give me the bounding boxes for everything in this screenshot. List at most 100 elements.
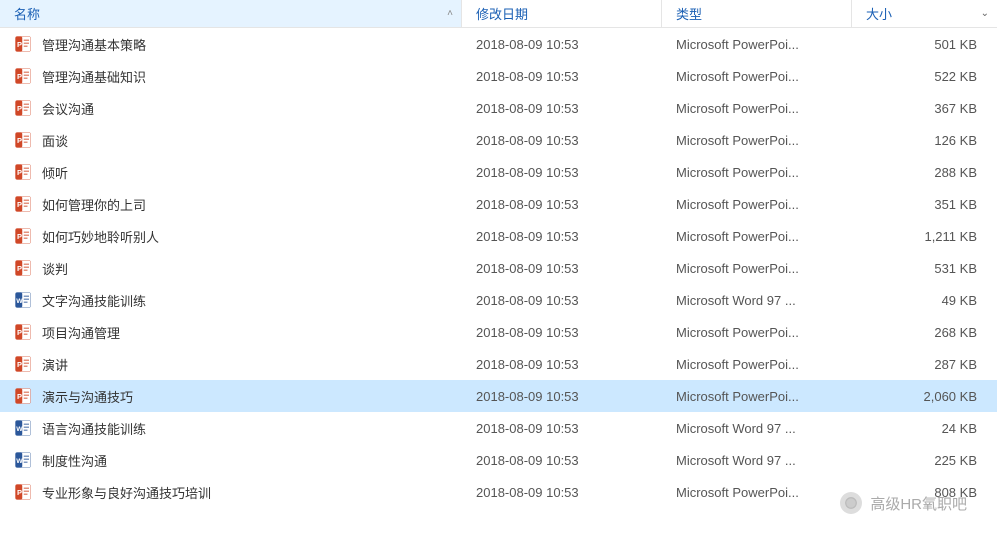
file-name-cell: P 项目沟通管理 xyxy=(0,323,462,342)
file-row[interactable]: P 项目沟通管理 2018-08-09 10:53 Microsoft Powe… xyxy=(0,316,997,348)
file-type-cell: Microsoft Word 97 ... xyxy=(662,293,852,308)
column-header-date[interactable]: 修改日期 xyxy=(462,0,662,27)
file-name-label: 演讲 xyxy=(42,355,68,374)
file-name-cell: P 会议沟通 xyxy=(0,99,462,118)
file-name-cell: P 如何管理你的上司 xyxy=(0,195,462,214)
powerpoint-file-icon: P xyxy=(14,35,32,53)
file-size-cell: 367 KB xyxy=(852,101,997,116)
file-name-label: 管理沟通基础知识 xyxy=(42,67,146,86)
file-type-cell: Microsoft PowerPoi... xyxy=(662,101,852,116)
file-row[interactable]: P 倾听 2018-08-09 10:53 Microsoft PowerPoi… xyxy=(0,156,997,188)
svg-text:P: P xyxy=(17,360,22,369)
file-type-cell: Microsoft PowerPoi... xyxy=(662,261,852,276)
svg-text:P: P xyxy=(17,488,22,497)
file-type-cell: Microsoft PowerPoi... xyxy=(662,325,852,340)
file-name-label: 制度性沟通 xyxy=(42,451,107,470)
powerpoint-file-icon: P xyxy=(14,227,32,245)
file-size-cell: 2,060 KB xyxy=(852,389,997,404)
file-date-cell: 2018-08-09 10:53 xyxy=(462,101,662,116)
svg-text:P: P xyxy=(17,232,22,241)
file-size-cell: 24 KB xyxy=(852,421,997,436)
file-date-cell: 2018-08-09 10:53 xyxy=(462,229,662,244)
file-name-cell: P 如何巧妙地聆听别人 xyxy=(0,227,462,246)
file-size-cell: 501 KB xyxy=(852,37,997,52)
file-name-label: 项目沟通管理 xyxy=(42,323,120,342)
word-file-icon: W xyxy=(14,291,32,309)
file-date-cell: 2018-08-09 10:53 xyxy=(462,325,662,340)
svg-text:P: P xyxy=(17,200,22,209)
chevron-down-icon: ⌄ xyxy=(981,8,989,19)
file-row[interactable]: P 演讲 2018-08-09 10:53 Microsoft PowerPoi… xyxy=(0,348,997,380)
file-name-label: 专业形象与良好沟通技巧培训 xyxy=(42,483,211,502)
file-name-label: 语言沟通技能训练 xyxy=(42,419,146,438)
file-date-cell: 2018-08-09 10:53 xyxy=(462,261,662,276)
file-row[interactable]: P 管理沟通基础知识 2018-08-09 10:53 Microsoft Po… xyxy=(0,60,997,92)
powerpoint-file-icon: P xyxy=(14,323,32,341)
file-name-label: 如何管理你的上司 xyxy=(42,195,146,214)
column-header-row: 名称 ˄ 修改日期 类型 大小 ⌄ xyxy=(0,0,997,28)
column-header-name-label: 名称 xyxy=(14,4,40,23)
file-name-label: 演示与沟通技巧 xyxy=(42,387,133,406)
file-type-cell: Microsoft Word 97 ... xyxy=(662,421,852,436)
column-header-type[interactable]: 类型 xyxy=(662,0,852,27)
powerpoint-file-icon: P xyxy=(14,355,32,373)
file-date-cell: 2018-08-09 10:53 xyxy=(462,485,662,500)
file-row[interactable]: P 面谈 2018-08-09 10:53 Microsoft PowerPoi… xyxy=(0,124,997,156)
file-row[interactable]: P 会议沟通 2018-08-09 10:53 Microsoft PowerP… xyxy=(0,92,997,124)
file-name-cell: P 专业形象与良好沟通技巧培训 xyxy=(0,483,462,502)
svg-text:P: P xyxy=(17,136,22,145)
svg-text:P: P xyxy=(17,328,22,337)
file-row[interactable]: W 文字沟通技能训练 2018-08-09 10:53 Microsoft Wo… xyxy=(0,284,997,316)
file-size-cell: 287 KB xyxy=(852,357,997,372)
column-header-name[interactable]: 名称 ˄ xyxy=(0,0,462,27)
file-name-label: 面谈 xyxy=(42,131,68,150)
file-size-cell: 126 KB xyxy=(852,133,997,148)
file-size-cell: 1,211 KB xyxy=(852,229,997,244)
powerpoint-file-icon: P xyxy=(14,163,32,181)
file-row[interactable]: W 制度性沟通 2018-08-09 10:53 Microsoft Word … xyxy=(0,444,997,476)
file-size-cell: 808 KB xyxy=(852,485,997,500)
file-row[interactable]: P 如何巧妙地聆听别人 2018-08-09 10:53 Microsoft P… xyxy=(0,220,997,252)
file-row[interactable]: P 谈判 2018-08-09 10:53 Microsoft PowerPoi… xyxy=(0,252,997,284)
file-name-label: 如何巧妙地聆听别人 xyxy=(42,227,159,246)
word-file-icon: W xyxy=(14,451,32,469)
powerpoint-file-icon: P xyxy=(14,99,32,117)
file-name-cell: P 管理沟通基本策略 xyxy=(0,35,462,54)
file-list: P 管理沟通基本策略 2018-08-09 10:53 Microsoft Po… xyxy=(0,28,997,508)
file-name-cell: P 演讲 xyxy=(0,355,462,374)
powerpoint-file-icon: P xyxy=(14,387,32,405)
file-row[interactable]: P 如何管理你的上司 2018-08-09 10:53 Microsoft Po… xyxy=(0,188,997,220)
file-type-cell: Microsoft PowerPoi... xyxy=(662,165,852,180)
word-file-icon: W xyxy=(14,419,32,437)
file-type-cell: Microsoft PowerPoi... xyxy=(662,197,852,212)
file-date-cell: 2018-08-09 10:53 xyxy=(462,293,662,308)
svg-text:P: P xyxy=(17,392,22,401)
file-row[interactable]: P 专业形象与良好沟通技巧培训 2018-08-09 10:53 Microso… xyxy=(0,476,997,508)
file-name-label: 会议沟通 xyxy=(42,99,94,118)
file-name-label: 谈判 xyxy=(42,259,68,278)
file-type-cell: Microsoft PowerPoi... xyxy=(662,37,852,52)
file-date-cell: 2018-08-09 10:53 xyxy=(462,133,662,148)
svg-text:P: P xyxy=(17,264,22,273)
file-name-cell: P 面谈 xyxy=(0,131,462,150)
svg-text:P: P xyxy=(17,104,22,113)
column-header-date-label: 修改日期 xyxy=(476,4,528,23)
file-row[interactable]: P 管理沟通基本策略 2018-08-09 10:53 Microsoft Po… xyxy=(0,28,997,60)
powerpoint-file-icon: P xyxy=(14,131,32,149)
file-type-cell: Microsoft PowerPoi... xyxy=(662,357,852,372)
file-row[interactable]: W 语言沟通技能训练 2018-08-09 10:53 Microsoft Wo… xyxy=(0,412,997,444)
file-row[interactable]: P 演示与沟通技巧 2018-08-09 10:53 Microsoft Pow… xyxy=(0,380,997,412)
file-name-cell: W 语言沟通技能训练 xyxy=(0,419,462,438)
svg-text:P: P xyxy=(17,72,22,81)
file-name-cell: P 倾听 xyxy=(0,163,462,182)
powerpoint-file-icon: P xyxy=(14,483,32,501)
file-name-cell: P 演示与沟通技巧 xyxy=(0,387,462,406)
file-date-cell: 2018-08-09 10:53 xyxy=(462,421,662,436)
powerpoint-file-icon: P xyxy=(14,67,32,85)
powerpoint-file-icon: P xyxy=(14,259,32,277)
file-date-cell: 2018-08-09 10:53 xyxy=(462,389,662,404)
file-size-cell: 522 KB xyxy=(852,69,997,84)
file-name-cell: W 文字沟通技能训练 xyxy=(0,291,462,310)
column-header-size[interactable]: 大小 ⌄ xyxy=(852,0,997,27)
file-date-cell: 2018-08-09 10:53 xyxy=(462,357,662,372)
